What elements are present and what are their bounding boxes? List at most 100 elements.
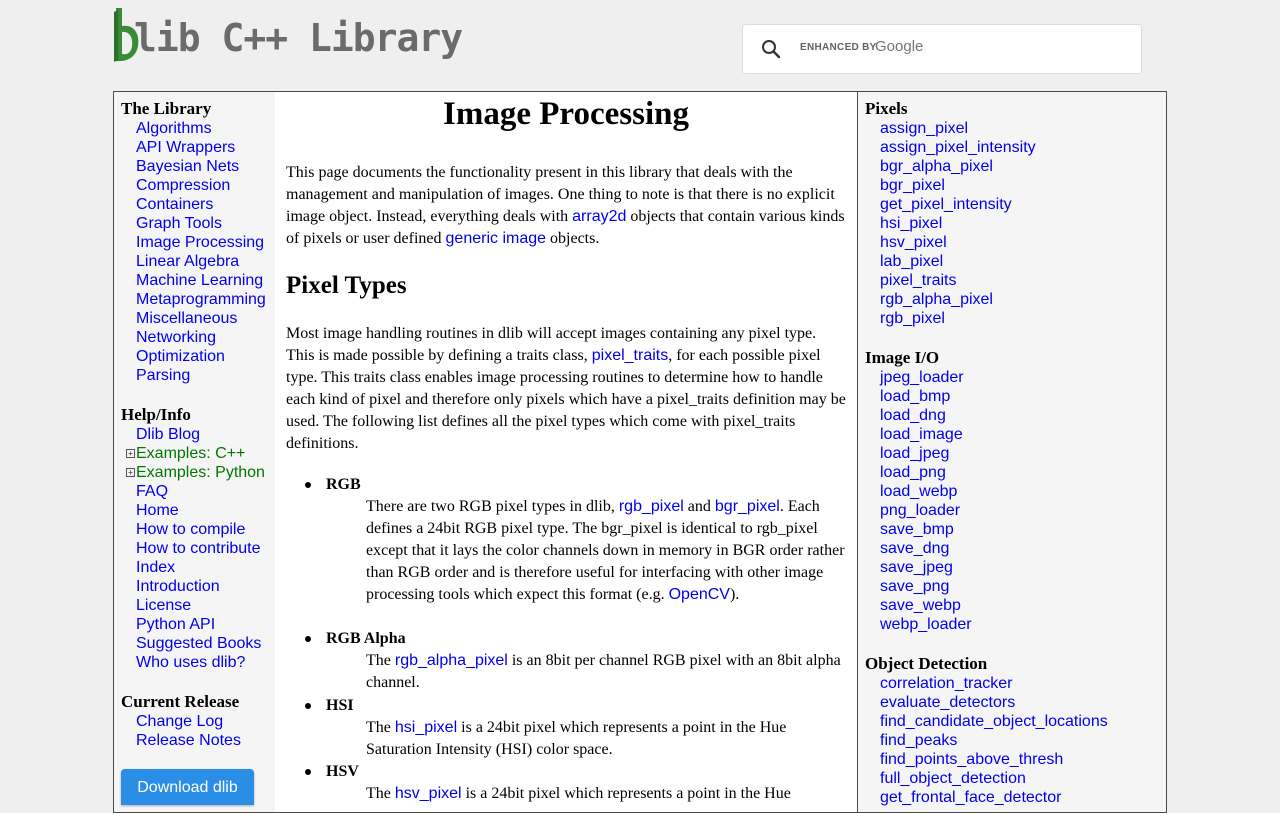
nav-item-release-notes: Release Notes	[136, 731, 241, 750]
link-array2d[interactable]: array2d	[572, 208, 626, 225]
link-rgb-alpha-pixel[interactable]: rgb_alpha_pixel	[395, 652, 508, 669]
nav-link-rgb-alpha-pixel[interactable]: rgb_alpha_pixel	[880, 291, 993, 308]
nav-link-get-frontal-face-detector[interactable]: get_frontal_face_detector	[880, 789, 1061, 806]
nav-link-compression[interactable]: Compression	[136, 177, 230, 194]
nav-link-index[interactable]: Index	[136, 559, 175, 576]
release-section: Current Release Change Log Release Notes	[121, 692, 241, 750]
nav-link-jpeg-loader[interactable]: jpeg_loader	[880, 369, 964, 386]
nav-item-get-pixel-intensity: get_pixel_intensity	[880, 195, 1036, 214]
nav-item-how-to-contribute: How to contribute	[136, 539, 265, 558]
nav-item-bayesian-nets: Bayesian Nets	[136, 157, 266, 176]
nav-link-how-to-contribute[interactable]: How to contribute	[136, 540, 261, 557]
nav-link-assign-pixel-intensity[interactable]: assign_pixel_intensity	[880, 139, 1036, 156]
pixel-type-description: The rgb_alpha_pixel is an 8bit per chann…	[366, 652, 841, 691]
nav-link-license[interactable]: License	[136, 597, 191, 614]
nav-link-assign-pixel[interactable]: assign_pixel	[880, 120, 968, 137]
nav-link-rgb-pixel[interactable]: rgb_pixel	[880, 310, 945, 327]
nav-item-save-bmp: save_bmp	[880, 520, 972, 539]
link-rgb-pixel[interactable]: rgb_pixel	[619, 498, 684, 515]
expand-plus-icon[interactable]: +	[126, 468, 135, 477]
nav-item-pixel-traits: pixel_traits	[880, 271, 1036, 290]
nav-link-full-object-detection[interactable]: full_object_detection	[880, 770, 1026, 787]
nav-link-examples-c[interactable]: Examples: C++	[136, 445, 245, 462]
nav-link-save-bmp[interactable]: save_bmp	[880, 521, 954, 538]
nav-link-bgr-pixel[interactable]: bgr_pixel	[880, 177, 945, 194]
nav-link-png-loader[interactable]: png_loader	[880, 502, 960, 519]
nav-link-python-api[interactable]: Python API	[136, 616, 215, 633]
nav-item-compression: Compression	[136, 176, 266, 195]
nav-link-algorithms[interactable]: Algorithms	[136, 120, 212, 137]
nav-link-lab-pixel[interactable]: lab_pixel	[880, 253, 943, 270]
section-title: Image I/O	[865, 348, 940, 367]
nav-item-index: Index	[136, 558, 265, 577]
nav-link-save-png[interactable]: save_png	[880, 578, 949, 595]
expand-plus-icon[interactable]: +	[126, 449, 135, 458]
nav-link-introduction[interactable]: Introduction	[136, 578, 220, 595]
nav-link-examples-python[interactable]: Examples: Python	[136, 464, 265, 481]
section-title: The Library	[121, 99, 212, 118]
nav-link-image-processing[interactable]: Image Processing	[136, 234, 264, 251]
nav-link-evaluate-detectors[interactable]: evaluate_detectors	[880, 694, 1015, 711]
intro-paragraph: This page documents the functionality pr…	[286, 164, 845, 247]
dlib-logo[interactable]: lib C++ Library	[112, 6, 463, 64]
nav-link-find-points-above-thresh[interactable]: find_points_above_thresh	[880, 751, 1063, 768]
link-generic-image[interactable]: generic image	[446, 230, 547, 247]
link-opencv[interactable]: OpenCV	[669, 586, 730, 603]
nav-link-find-candidate-object-locations[interactable]: find_candidate_object_locations	[880, 713, 1108, 730]
nav-link-suggested-books[interactable]: Suggested Books	[136, 635, 261, 652]
nav-item-full-object-detection: full_object_detection	[880, 769, 1108, 788]
link-bgr-pixel[interactable]: bgr_pixel	[715, 498, 780, 515]
pixels-section: Pixels assign_pixel assign_pixel_intensit…	[865, 99, 1036, 328]
nav-item-machine-learning: Machine Learning	[136, 271, 266, 290]
nav-link-parsing[interactable]: Parsing	[136, 367, 190, 384]
nav-link-pixel-traits[interactable]: pixel_traits	[880, 272, 956, 289]
nav-link-home[interactable]: Home	[136, 502, 179, 519]
nav-link-change-log[interactable]: Change Log	[136, 713, 223, 730]
nav-item-bgr-alpha-pixel: bgr_alpha_pixel	[880, 157, 1036, 176]
nav-link-networking[interactable]: Networking	[136, 329, 216, 346]
nav-link-miscellaneous[interactable]: Miscellaneous	[136, 310, 237, 327]
link-pixel-traits[interactable]: pixel_traits	[592, 347, 668, 364]
pixel-type-name: HSI	[326, 697, 354, 714]
nav-item-miscellaneous: Miscellaneous	[136, 309, 266, 328]
nav-link-load-bmp[interactable]: load_bmp	[880, 388, 950, 405]
nav-link-dlib-blog[interactable]: Dlib Blog	[136, 426, 200, 443]
link-hsv-pixel[interactable]: hsv_pixel	[395, 785, 462, 802]
nav-item-find-peaks: find_peaks	[880, 731, 1108, 750]
nav-link-find-peaks[interactable]: find_peaks	[880, 732, 957, 749]
nav-link-load-webp[interactable]: load_webp	[880, 483, 957, 500]
nav-link-load-dng[interactable]: load_dng	[880, 407, 946, 424]
nav-link-save-dng[interactable]: save_dng	[880, 540, 949, 557]
nav-link-load-jpeg[interactable]: load_jpeg	[880, 445, 949, 462]
nav-link-machine-learning[interactable]: Machine Learning	[136, 272, 263, 289]
search-box[interactable]: ENHANCED BY Google	[742, 24, 1142, 74]
nav-item-save-jpeg: save_jpeg	[880, 558, 972, 577]
nav-link-who-uses-dlib[interactable]: Who uses dlib?	[136, 654, 245, 671]
nav-link-bgr-alpha-pixel[interactable]: bgr_alpha_pixel	[880, 158, 993, 175]
nav-link-optimization[interactable]: Optimization	[136, 348, 225, 365]
nav-link-save-jpeg[interactable]: save_jpeg	[880, 559, 953, 576]
library-section: The Library Algorithms API Wrappers Bayesi…	[121, 99, 266, 385]
library-nav-list: Algorithms API Wrappers Bayesian Nets Compr…	[121, 119, 266, 385]
nav-link-graph-tools[interactable]: Graph Tools	[136, 215, 222, 232]
nav-link-webp-loader[interactable]: webp_loader	[880, 616, 972, 633]
nav-link-bayesian-nets[interactable]: Bayesian Nets	[136, 158, 239, 175]
nav-link-get-pixel-intensity[interactable]: get_pixel_intensity	[880, 196, 1012, 213]
link-hsi-pixel[interactable]: hsi_pixel	[395, 719, 457, 736]
nav-link-api-wrappers[interactable]: API Wrappers	[136, 139, 235, 156]
search-icon[interactable]	[761, 39, 781, 59]
nav-link-how-to-compile[interactable]: How to compile	[136, 521, 245, 538]
nav-item-find-points-above-thresh: find_points_above_thresh	[880, 750, 1108, 769]
nav-link-load-image[interactable]: load_image	[880, 426, 963, 443]
nav-link-metaprogramming[interactable]: Metaprogramming	[136, 291, 266, 308]
nav-link-release-notes[interactable]: Release Notes	[136, 732, 241, 749]
google-logo: Google	[875, 38, 924, 55]
nav-link-save-webp[interactable]: save_webp	[880, 597, 961, 614]
nav-link-correlation-tracker[interactable]: correlation_tracker	[880, 675, 1013, 692]
nav-link-load-png[interactable]: load_png	[880, 464, 946, 481]
nav-link-containers[interactable]: Containers	[136, 196, 213, 213]
nav-link-hsi-pixel[interactable]: hsi_pixel	[880, 215, 942, 232]
nav-link-linear-algebra[interactable]: Linear Algebra	[136, 253, 239, 270]
nav-link-hsv-pixel[interactable]: hsv_pixel	[880, 234, 947, 251]
nav-link-faq[interactable]: FAQ	[136, 483, 168, 500]
